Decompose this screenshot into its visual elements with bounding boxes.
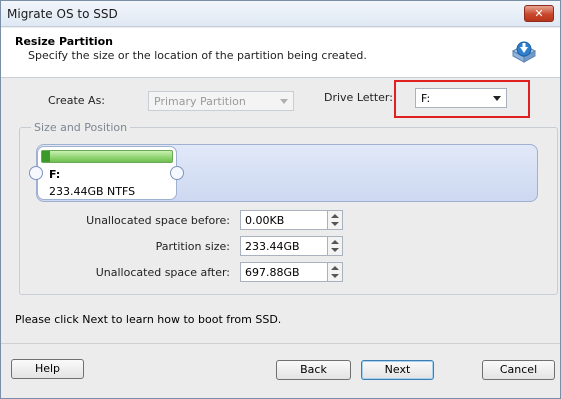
spin-up-icon[interactable] bbox=[331, 214, 339, 218]
back-button-label: Back bbox=[300, 363, 327, 376]
unalloc-before-input[interactable]: 0.00KB bbox=[240, 210, 340, 230]
spin-up-icon[interactable] bbox=[331, 266, 339, 270]
chevron-down-icon bbox=[493, 96, 501, 101]
unalloc-after-value: 697.88GB bbox=[245, 266, 300, 279]
unalloc-after-label: Unallocated space after: bbox=[95, 266, 230, 279]
header-title: Resize Partition bbox=[15, 35, 114, 48]
unalloc-before-spinner[interactable] bbox=[327, 210, 343, 230]
spin-down-icon[interactable] bbox=[331, 274, 339, 278]
back-button[interactable]: Back bbox=[276, 360, 351, 380]
spin-up-icon[interactable] bbox=[331, 240, 339, 244]
size-position-label: Size and Position bbox=[31, 121, 131, 134]
help-button-label: Help bbox=[34, 362, 61, 375]
partition-size-input[interactable]: 233.44GB bbox=[240, 236, 340, 256]
header-subtitle: Specify the size or the location of the … bbox=[28, 49, 367, 62]
partition-usage-bar bbox=[41, 150, 173, 163]
footer-divider bbox=[1, 343, 560, 344]
drive-letter-value: F: bbox=[421, 92, 431, 105]
create-as-label: Create As: bbox=[48, 94, 106, 107]
create-as-value: Primary Partition bbox=[154, 95, 246, 108]
spin-down-icon[interactable] bbox=[331, 222, 339, 226]
drive-letter-select[interactable]: F: bbox=[415, 88, 507, 108]
migrate-os-dialog: Migrate OS to SSD ✕ Resize Partition Spe… bbox=[0, 0, 561, 399]
spin-down-icon[interactable] bbox=[331, 248, 339, 252]
next-button[interactable]: Next bbox=[361, 360, 434, 380]
title-bar[interactable]: Migrate OS to SSD ✕ bbox=[1, 1, 560, 27]
unalloc-after-spinner[interactable] bbox=[327, 262, 343, 282]
window-title: Migrate OS to SSD bbox=[7, 7, 118, 21]
partition-size-spinner[interactable] bbox=[327, 236, 343, 256]
help-button[interactable]: Help bbox=[11, 359, 84, 379]
unalloc-before-label: Unallocated space before: bbox=[86, 214, 230, 227]
create-as-select[interactable]: Primary Partition bbox=[148, 91, 294, 111]
disk-download-icon bbox=[511, 41, 537, 63]
cancel-button-label: Cancel bbox=[499, 363, 538, 376]
unalloc-before-value: 0.00KB bbox=[245, 214, 285, 227]
cancel-button[interactable]: Cancel bbox=[482, 360, 555, 380]
resize-handle-right[interactable] bbox=[170, 166, 184, 180]
unalloc-after-input[interactable]: 697.88GB bbox=[240, 262, 340, 282]
drive-letter-label: Drive Letter: bbox=[324, 91, 393, 104]
resize-handle-left[interactable] bbox=[29, 166, 43, 180]
partition-size-value: 233.44GB bbox=[245, 240, 300, 253]
partition-letter: F: bbox=[49, 168, 61, 181]
boot-hint-text: Please click Next to learn how to boot f… bbox=[15, 313, 282, 326]
close-icon: ✕ bbox=[534, 7, 544, 20]
close-button[interactable]: ✕ bbox=[524, 5, 554, 22]
next-button-label: Next bbox=[384, 363, 411, 376]
partition-info: 233.44GB NTFS bbox=[49, 185, 136, 198]
wizard-header: Resize Partition Specify the size or the… bbox=[1, 28, 560, 78]
partition-size-label: Partition size: bbox=[155, 240, 230, 253]
chevron-down-icon bbox=[280, 99, 288, 104]
